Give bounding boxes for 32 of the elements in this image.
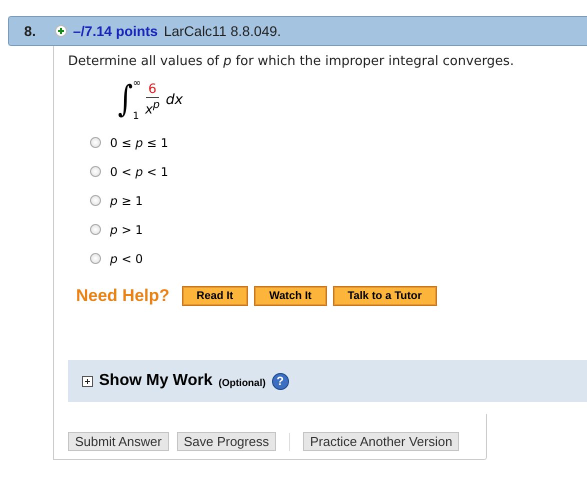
question-prompt: Determine all values of p for which the improper integral converges. <box>68 54 515 69</box>
option-label[interactable]: p > 1 <box>110 222 143 236</box>
action-button[interactable]: Save Progress <box>176 432 276 451</box>
radio-button[interactable] <box>90 224 101 235</box>
radio-button[interactable] <box>90 166 101 177</box>
integral-sign: ∫ <box>118 82 133 118</box>
need-help-label: Need Help? <box>76 286 170 306</box>
action-button[interactable]: Practice Another Version <box>302 432 460 451</box>
radio-button[interactable] <box>90 253 101 264</box>
optional-note: (Optional) <box>218 378 266 388</box>
option-label[interactable]: 0 < p < 1 <box>110 164 168 178</box>
option-label[interactable]: 0 ≤ p ≤ 1 <box>110 136 168 150</box>
show-my-work-title[interactable]: Show My Work <box>99 372 212 390</box>
radio-button[interactable] <box>90 195 101 206</box>
problem-source: LarCalc11 8.8.049. <box>164 23 282 39</box>
help-button[interactable]: Talk to a Tutor <box>332 286 437 306</box>
help-button[interactable]: Read It <box>182 286 248 306</box>
action-button[interactable]: Submit Answer <box>68 432 169 451</box>
numerator: 6 <box>146 82 159 98</box>
help-icon[interactable]: ? <box>272 372 289 390</box>
option-label[interactable]: p ≥ 1 <box>110 194 143 208</box>
option-label[interactable]: p < 0 <box>110 252 143 266</box>
denominator: x$^{p}$ <box>145 98 160 118</box>
question-number: 8. <box>23 23 37 39</box>
upper-limit: ∞ <box>132 78 142 89</box>
radio-button[interactable] <box>90 137 101 148</box>
expand-icon[interactable] <box>82 376 93 386</box>
plus-icon[interactable] <box>55 25 67 37</box>
help-button[interactable]: Watch It <box>254 286 327 306</box>
lower-limit: 1 <box>132 111 140 122</box>
differential: dx <box>166 92 183 108</box>
points-link[interactable]: –/7.14 points <box>73 23 158 39</box>
